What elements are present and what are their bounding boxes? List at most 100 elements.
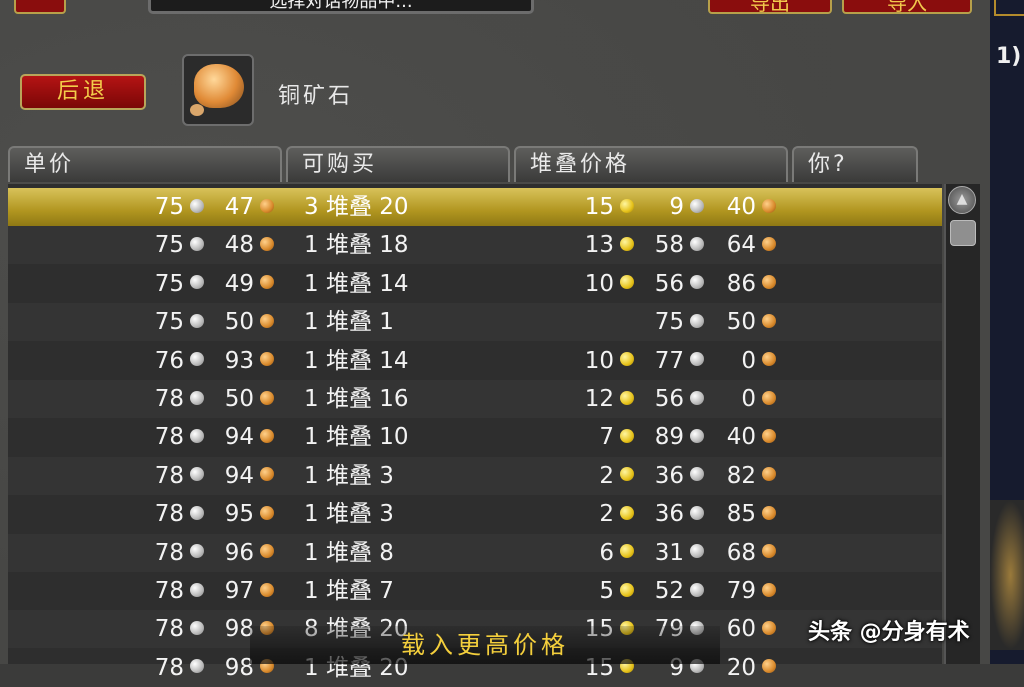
copper-coin-icon bbox=[260, 582, 274, 597]
total-silver: 56 bbox=[654, 270, 684, 297]
unit-price: 78 97 bbox=[128, 572, 274, 610]
silver-coin-icon bbox=[690, 275, 704, 290]
total-copper: 79 bbox=[726, 578, 756, 604]
table-row[interactable]: 78 94 1 堆叠 3 2 36 82 bbox=[8, 457, 942, 495]
stack-price: 15 9 40 bbox=[568, 188, 776, 226]
total-gold: 5 bbox=[599, 578, 614, 604]
gold-coin-icon bbox=[620, 505, 634, 520]
total-silver: 9 bbox=[669, 194, 684, 220]
stack-size: 16 bbox=[379, 386, 409, 412]
unit-silver: 78 bbox=[154, 424, 184, 451]
silver-coin-icon bbox=[190, 620, 204, 635]
available-qty: 1 堆叠 3 bbox=[304, 457, 394, 495]
total-copper: 0 bbox=[741, 386, 756, 412]
search-input[interactable]: 选择对话物品中... bbox=[148, 0, 534, 14]
table-row[interactable]: 78 50 1 堆叠 16 12 56 0 bbox=[8, 380, 942, 418]
available-qty: 1 堆叠 1 bbox=[304, 303, 394, 341]
available-qty: 1 堆叠 10 bbox=[304, 418, 409, 456]
panel-border bbox=[994, 0, 1024, 16]
qty: 1 bbox=[304, 462, 319, 489]
silver-coin-icon bbox=[190, 352, 204, 367]
stack-size: 3 bbox=[379, 501, 394, 528]
unit-silver: 76 bbox=[154, 347, 184, 374]
import-button[interactable]: 导入 bbox=[842, 0, 972, 14]
table-row[interactable]: 75 49 1 堆叠 14 10 56 86 bbox=[8, 265, 942, 303]
total-silver: 52 bbox=[654, 578, 684, 604]
unit-copper: 50 bbox=[224, 309, 254, 336]
unit-copper: 94 bbox=[224, 424, 254, 451]
silver-coin-icon bbox=[690, 236, 704, 251]
total-copper: 40 bbox=[726, 194, 756, 220]
stack-word: 堆叠 bbox=[325, 578, 372, 604]
table-row[interactable]: 78 97 1 堆叠 7 5 52 79 bbox=[8, 572, 942, 610]
copper-coin-icon bbox=[762, 390, 776, 405]
unit-silver: 78 bbox=[154, 616, 184, 643]
column-header-stack-price[interactable]: 堆叠价格 bbox=[514, 146, 788, 182]
stack-size: 7 bbox=[379, 578, 394, 604]
unit-copper: 48 bbox=[224, 232, 254, 259]
table-row[interactable]: 78 94 1 堆叠 10 7 89 40 bbox=[8, 418, 942, 456]
unit-copper: 98 bbox=[224, 654, 254, 681]
unit-price: 75 48 bbox=[128, 226, 274, 264]
table-row[interactable]: 78 95 1 堆叠 3 2 36 85 bbox=[8, 495, 942, 533]
silver-coin-icon bbox=[190, 390, 204, 405]
silver-coin-icon bbox=[190, 659, 204, 674]
table-row[interactable]: 75 48 1 堆叠 18 13 58 64 bbox=[8, 226, 942, 264]
silver-coin-icon bbox=[190, 467, 204, 482]
silver-coin-icon bbox=[690, 582, 704, 597]
stack-word: 堆叠 bbox=[325, 232, 372, 259]
decorative-glow bbox=[990, 500, 1024, 650]
total-gold: 10 bbox=[584, 270, 614, 297]
copper-coin-icon bbox=[762, 582, 776, 597]
silver-coin-icon bbox=[190, 505, 204, 520]
copper-coin-icon bbox=[260, 390, 274, 405]
silver-coin-icon bbox=[190, 313, 204, 328]
qty: 1 bbox=[304, 424, 319, 451]
table-row[interactable]: 76 93 1 堆叠 14 10 77 0 bbox=[8, 342, 942, 380]
scrollbar[interactable]: ▲ bbox=[944, 184, 980, 664]
unit-silver: 75 bbox=[154, 232, 184, 259]
silver-coin-icon bbox=[190, 198, 204, 213]
silver-coin-icon bbox=[690, 544, 704, 559]
gold-coin-icon bbox=[620, 582, 634, 597]
unit-silver: 78 bbox=[154, 654, 184, 681]
stack-price: 5 52 79 bbox=[568, 572, 776, 610]
table-row[interactable]: 78 96 1 堆叠 8 6 31 68 bbox=[8, 534, 942, 572]
right-side-panel: 1) bbox=[990, 0, 1024, 664]
copper-ore-icon bbox=[182, 54, 254, 126]
copper-coin-icon bbox=[260, 198, 274, 213]
column-header-available[interactable]: 可购买 bbox=[286, 146, 510, 182]
load-more-button[interactable]: 载入更高价格 bbox=[250, 626, 720, 664]
table-row[interactable]: 75 47 3 堆叠 20 15 9 40 bbox=[8, 188, 942, 226]
table-row[interactable]: 75 50 1 堆叠 1 75 50 bbox=[8, 303, 942, 341]
ore-shape bbox=[194, 64, 244, 108]
qty: 1 bbox=[304, 578, 319, 604]
unit-silver: 78 bbox=[154, 578, 184, 604]
stack-size: 3 bbox=[379, 462, 394, 489]
unit-silver: 78 bbox=[154, 501, 184, 528]
copper-coin-icon bbox=[260, 352, 274, 367]
stack-price: 7 89 40 bbox=[568, 418, 776, 456]
unit-silver: 75 bbox=[154, 309, 184, 336]
top-left-button[interactable] bbox=[14, 0, 66, 14]
unit-copper: 49 bbox=[224, 270, 254, 297]
total-silver: 31 bbox=[654, 539, 684, 566]
total-copper: 40 bbox=[726, 424, 756, 451]
export-button[interactable]: 导出 bbox=[708, 0, 832, 14]
silver-coin-icon bbox=[190, 582, 204, 597]
column-header-unit-price[interactable]: 单价 bbox=[8, 146, 282, 182]
qty: 1 bbox=[304, 386, 319, 412]
scroll-up-icon[interactable]: ▲ bbox=[948, 186, 976, 214]
available-qty: 1 堆叠 3 bbox=[304, 495, 394, 533]
unit-copper: 96 bbox=[224, 539, 254, 566]
stack-word: 堆叠 bbox=[325, 194, 372, 220]
available-qty: 1 堆叠 18 bbox=[304, 226, 409, 264]
copper-coin-icon bbox=[762, 198, 776, 213]
column-header-you[interactable]: 你? bbox=[792, 146, 918, 182]
back-button[interactable]: 后退 bbox=[20, 74, 146, 110]
unit-price: 78 50 bbox=[128, 380, 274, 418]
silver-coin-icon bbox=[190, 236, 204, 251]
total-silver: 75 bbox=[654, 309, 684, 336]
stack-size: 18 bbox=[379, 232, 409, 259]
scroll-thumb[interactable] bbox=[950, 220, 976, 246]
